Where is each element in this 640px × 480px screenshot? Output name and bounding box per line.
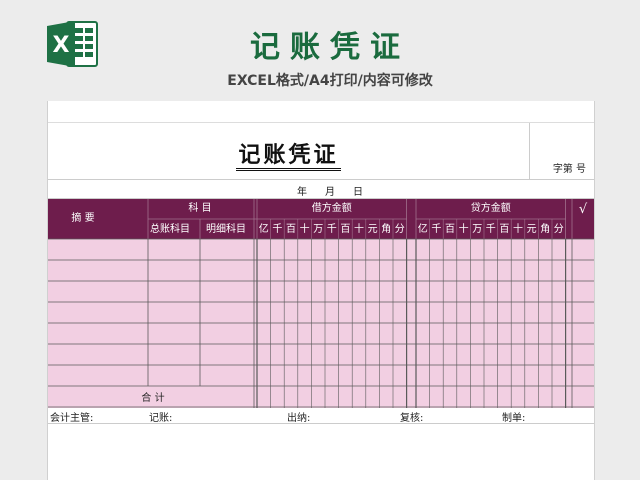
credit-digit-7: 十 [513,222,523,235]
voucher-title-cell[interactable]: 记账凭证 [48,123,530,179]
footer-supervisor: 会计主管: [50,413,94,424]
debit-digit-2: 百 [286,223,296,235]
debit-digit-7: 十 [354,222,364,235]
header-detail-subject: 明细科目 [206,222,246,235]
credit-digit-10: 分 [554,223,564,235]
credit-digit-0: 亿 [418,222,428,235]
voucher-number-label: 字第 号 [552,164,586,175]
total-label: 合 计 [141,391,164,404]
header-subject: 科 目 [188,201,211,214]
header-summary: 摘 要 [71,211,94,224]
voucher-number-cell[interactable]: 字第 号 [530,123,594,179]
banner-subtitle: EXCEL格式/A4打印/内容可修改 [227,73,433,89]
debit-digit-0: 亿 [259,222,269,235]
footer-reviewer: 复核: [400,413,424,424]
debit-digit-5: 千 [327,223,337,235]
credit-digit-6: 百 [499,223,509,235]
credit-digit-8: 元 [527,224,537,235]
table-body-bg [48,239,594,408]
credit-digit-2: 百 [445,223,455,235]
debit-digit-4: 万 [313,224,323,235]
credit-digit-1: 千 [431,223,441,235]
date-year-label: 年 [297,187,307,198]
banner-title: 记账凭证 [250,30,410,65]
voucher-sheet: 记账凭证 字第 号 年 月 日 摘 要 科 目总账科目 明细科目 借方金额 贷方金额 √ 亿… [47,101,595,480]
date-day-label: 日 [353,187,363,198]
sheet-top-row [48,101,594,123]
header-debit: 借方金额 [312,201,352,214]
footer-preparer: 制单: [502,413,526,424]
header-check-mark: √ [579,202,588,217]
debit-digit-9: 角 [381,223,391,235]
date-row[interactable]: 年 月 日 [48,179,594,199]
credit-digit-9: 角 [540,223,550,235]
footer-bookkeeper: 记账: [149,413,173,424]
debit-digit-1: 千 [272,223,282,235]
debit-digit-8: 元 [368,224,378,235]
debit-digit-10: 分 [395,223,405,235]
footer-cashier: 出纳: [287,413,311,424]
signature-row: 会计主管: 记账: 出纳: 复核: 制单: [48,408,594,424]
voucher-table[interactable]: 摘 要科 目总账科目 明细科目借方金额 贷方金额 √亿 亿千 千百 百十 十万 万千 千百 百十 十元… [48,199,594,408]
debit-digit-3: 十 [300,222,310,235]
debit-digit-6: 百 [340,223,350,235]
date-month-label: 月 [325,187,335,198]
header-general-subject: 总账科目 [150,222,190,235]
credit-digit-3: 十 [459,222,469,235]
voucher-title-text: 记账凭证 [236,143,341,171]
credit-digit-5: 千 [486,223,496,235]
header-credit: 贷方金额 [471,201,511,214]
credit-digit-4: 万 [472,224,482,235]
voucher-title: 记账凭证 [48,137,529,171]
